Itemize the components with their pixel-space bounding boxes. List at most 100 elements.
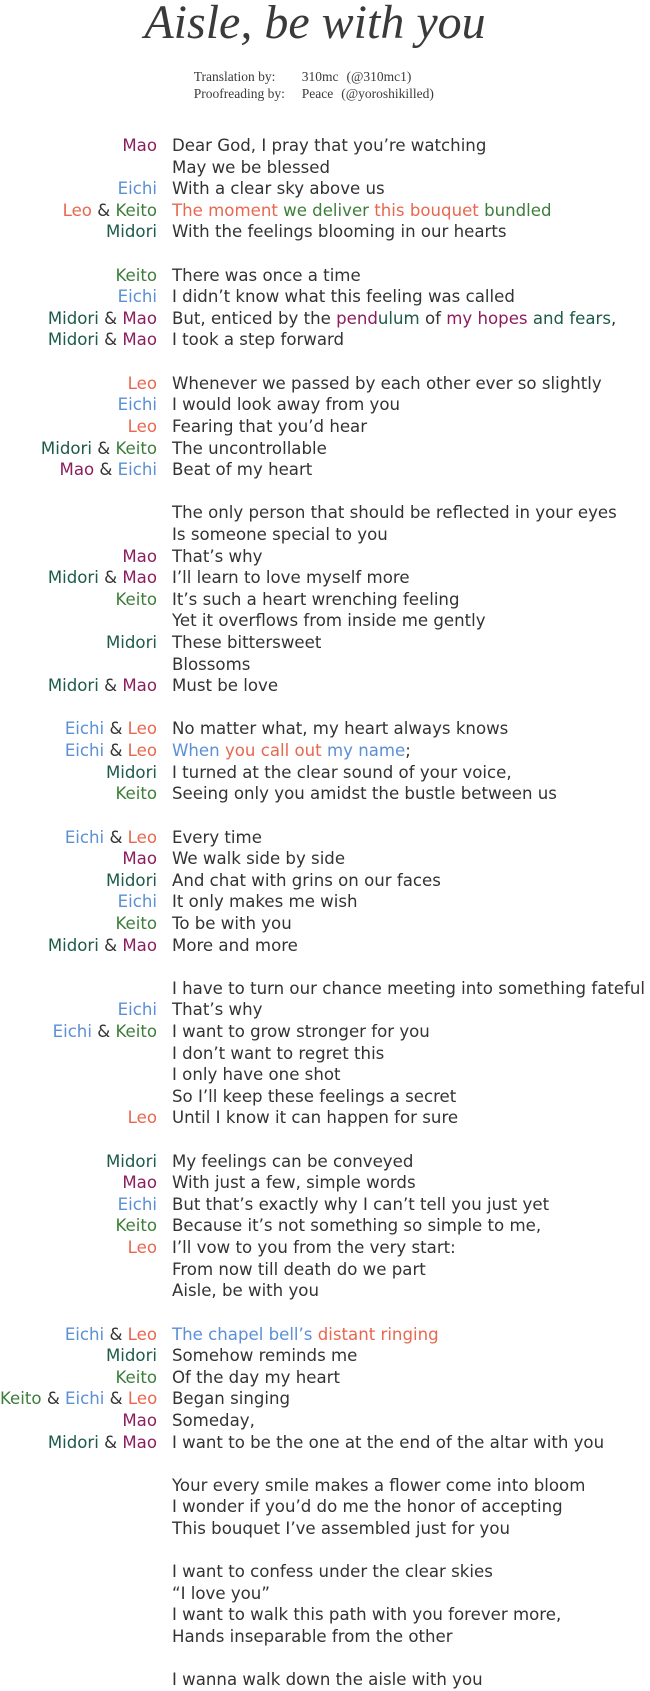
singer-label bbox=[0, 1043, 172, 1065]
singer-label: Mao bbox=[0, 135, 172, 157]
lyric-segment: I only have one shot bbox=[172, 1065, 341, 1085]
lyric-segment: Of the day my heart bbox=[172, 1367, 340, 1387]
lyric-segment: we deliver bbox=[283, 200, 375, 220]
lyric-segment: The moment bbox=[172, 200, 284, 220]
lyric-line: Yet it overflows from inside me gently bbox=[0, 610, 650, 632]
lyric-line: Eichi & Keito I want to grow stronger for… bbox=[0, 1021, 650, 1043]
lyric-segment: Dear God, I pray that you’re watching bbox=[172, 136, 487, 155]
singer-label: Eichi bbox=[0, 999, 172, 1021]
lyric-segment: I’ll learn to love myself more bbox=[172, 568, 410, 588]
lyric-text: The uncontrollable bbox=[172, 438, 327, 460]
singer-name: Leo bbox=[127, 416, 157, 436]
singer-name: Mao bbox=[122, 308, 157, 328]
lyric-line: Eichi I didn’t know what this feeling was… bbox=[0, 286, 650, 308]
lyric-segment: That’s why bbox=[172, 1000, 263, 1020]
singer-name: Mao bbox=[122, 849, 157, 869]
ampersand: & bbox=[91, 438, 116, 458]
lyric-segment: But, enticed by the bbox=[172, 308, 337, 328]
singer-label bbox=[0, 1626, 172, 1648]
singer-name: Eichi bbox=[117, 1194, 157, 1214]
lyric-line: Midori & Keito The uncontrollable bbox=[0, 438, 650, 460]
lyric-text: When you call out my name; bbox=[172, 740, 411, 762]
lyric-text: Yet it overflows from inside me gently bbox=[172, 610, 486, 632]
lyric-line: Keito To be with you bbox=[0, 913, 650, 935]
lyric-line: Eichi That’s why bbox=[0, 999, 650, 1021]
lyric-line: I want to confess under the clear skies bbox=[0, 1561, 650, 1583]
lyric-line: Mao That’s why bbox=[0, 546, 650, 568]
lyric-line: Eichi I would look away from you bbox=[0, 394, 650, 416]
singer-label: Leo bbox=[0, 1107, 172, 1129]
singer-label: Midori bbox=[0, 632, 172, 654]
lyric-segment: With the feelings blooming in our hearts bbox=[172, 222, 507, 242]
lyric-text: I have to turn our chance meeting into s… bbox=[172, 978, 645, 1000]
singer-label: Keito bbox=[0, 1367, 172, 1389]
lyric-text: Of the day my heart bbox=[172, 1367, 340, 1389]
lyric-line: Eichi With a clear sky above us bbox=[0, 178, 650, 200]
lyric-line: Keito Of the day my heart bbox=[0, 1367, 650, 1389]
singer-label: Midori & Mao bbox=[0, 935, 172, 957]
singer-label: Keito bbox=[0, 589, 172, 611]
singer-label: Mao bbox=[0, 1410, 172, 1432]
singer-label bbox=[0, 1561, 172, 1583]
lyric-segment: I want to be the one at the end of the a… bbox=[172, 1432, 605, 1452]
lyric-line: Midori Somehow reminds me bbox=[0, 1345, 650, 1367]
singer-label: Eichi bbox=[0, 286, 172, 308]
stanza-break bbox=[0, 1302, 650, 1324]
lyric-text: There was once a time bbox=[172, 265, 361, 287]
singer-label: Midori & Mao bbox=[0, 1432, 172, 1454]
ampersand: & bbox=[41, 1389, 66, 1409]
lyric-line: Keito There was once a time bbox=[0, 265, 650, 287]
singer-name: Keito bbox=[115, 438, 157, 458]
stanza-break bbox=[0, 697, 650, 719]
lyric-segment: With a clear sky above us bbox=[172, 179, 385, 199]
lyric-line: Midori And chat with grins on our faces bbox=[0, 870, 650, 892]
stanza-break bbox=[0, 351, 650, 373]
lyric-segment: The chapel bell’s bbox=[172, 1324, 318, 1344]
lyric-text: No matter what, my heart always knows bbox=[172, 718, 508, 740]
singer-label: Midori bbox=[0, 762, 172, 784]
singer-label: Eichi bbox=[0, 1194, 172, 1216]
singer-label: Midori & Mao bbox=[0, 567, 172, 589]
lyric-text: Beat of my heart bbox=[172, 459, 312, 481]
lyric-segment: this bouquet bbox=[374, 200, 485, 220]
lyric-line: Mao With just a few, simple words bbox=[0, 1172, 650, 1194]
singer-name: Leo bbox=[127, 1108, 157, 1128]
lyric-line: I don’t want to regret this bbox=[0, 1043, 650, 1065]
lyric-text: But that’s exactly why I can’t tell you … bbox=[172, 1194, 549, 1216]
lyric-segment: And chat with grins on our faces bbox=[172, 870, 441, 890]
lyric-segment: I’ll vow to you from the very start: bbox=[172, 1238, 456, 1258]
singer-name: Mao bbox=[122, 935, 157, 955]
singer-label bbox=[0, 1280, 172, 1302]
lyric-line: Midori These bittersweet bbox=[0, 632, 650, 654]
singer-label: Mao bbox=[0, 848, 172, 870]
lyric-segment: When bbox=[172, 741, 225, 761]
lyric-segment: There was once a time bbox=[172, 265, 361, 285]
lyric-segment: With just a few, simple words bbox=[172, 1173, 416, 1193]
lyric-segment: I took a step forward bbox=[172, 330, 345, 350]
singer-name: Leo bbox=[127, 373, 157, 393]
singer-name: Midori bbox=[105, 1346, 157, 1366]
lyric-segment: My feelings can be conveyed bbox=[172, 1151, 414, 1171]
lyric-text: I want to grow stronger for you bbox=[172, 1021, 430, 1043]
lyric-line: Midori & Mao I’ll learn to love myself mo… bbox=[0, 567, 650, 589]
singer-name: Midori bbox=[47, 1432, 99, 1452]
lyric-line: Eichi But that’s exactly why I can’t tell… bbox=[0, 1194, 650, 1216]
singer-label: Eichi & Keito bbox=[0, 1021, 172, 1043]
lyric-segment: But that’s exactly why I can’t tell you … bbox=[172, 1194, 550, 1214]
lyric-line: Midori & Mao I want to be the one at the … bbox=[0, 1432, 650, 1454]
lyric-segment: May we be blessed bbox=[172, 157, 331, 177]
lyric-text: I wanna walk down the aisle with you bbox=[172, 1669, 483, 1691]
singer-name: Midori bbox=[47, 935, 99, 955]
lyric-segment: pend bbox=[336, 308, 378, 328]
lyric-segment: Because it’s not something so simple to … bbox=[172, 1216, 542, 1236]
singer-name: Keito bbox=[115, 1021, 157, 1041]
singer-name: Eichi bbox=[64, 741, 105, 761]
lyric-segment: This bouquet I’ve assembled just for you bbox=[172, 1519, 511, 1538]
lyric-text: And chat with grins on our faces bbox=[172, 870, 441, 892]
singer-label bbox=[0, 1086, 172, 1108]
singer-label: Eichi bbox=[0, 178, 172, 200]
lyric-line: Eichi & Leo No matter what, my heart alwa… bbox=[0, 718, 650, 740]
singer-label: Leo bbox=[0, 416, 172, 438]
lyric-line: Midori & Mao More and more bbox=[0, 935, 650, 957]
singer-label: Midori bbox=[0, 870, 172, 892]
